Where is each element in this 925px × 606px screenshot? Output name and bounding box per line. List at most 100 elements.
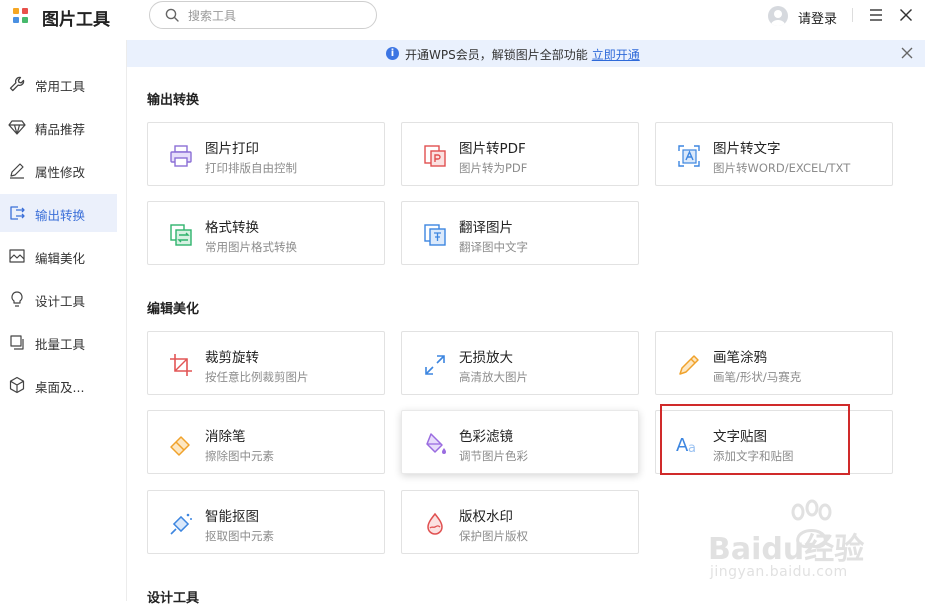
- avatar[interactable]: [768, 6, 788, 26]
- tool-card-copyright-watermark[interactable]: 版权水印 保护图片版权: [401, 490, 639, 554]
- info-icon: i: [386, 47, 399, 60]
- enlarge-icon: [425, 355, 445, 375]
- sidebar-item-label: 常用工具: [35, 79, 86, 94]
- card-desc: 擦除图中元素: [205, 449, 274, 463]
- sidebar-item-label: 桌面及...: [35, 380, 85, 395]
- banner-message: 开通WPS会员，解锁图片全部功能: [405, 48, 588, 62]
- card-desc: 图片转为PDF: [459, 161, 528, 175]
- card-title: 翻译图片: [459, 220, 513, 236]
- sidebar-item-desktop[interactable]: 桌面及...: [0, 366, 117, 404]
- tool-card-text-sticker[interactable]: A a 文字贴图 添加文字和贴图: [655, 410, 893, 474]
- card-title: 色彩滤镜: [459, 429, 513, 445]
- tool-card-lossless-enlarge[interactable]: 无损放大 高清放大图片: [401, 331, 639, 395]
- card-title: 图片打印: [205, 141, 259, 157]
- pencil-icon: [10, 163, 24, 179]
- close-icon[interactable]: [899, 8, 913, 22]
- tool-card-crop-rotate[interactable]: 裁剪旋转 按任意比例裁剪图片: [147, 331, 385, 395]
- card-desc: 画笔/形状/马赛克: [713, 370, 802, 384]
- card-title: 格式转换: [205, 220, 259, 236]
- search-box[interactable]: [149, 1, 377, 29]
- search-icon: [165, 8, 179, 22]
- sidebar-item-label: 设计工具: [35, 294, 86, 309]
- divider: [852, 8, 853, 22]
- card-title: 版权水印: [459, 509, 513, 525]
- brush-icon: [679, 355, 699, 375]
- section-title-output: 输出转换: [147, 93, 200, 108]
- svg-text:a: a: [688, 441, 696, 456]
- printer-icon: [170, 145, 192, 167]
- sidebar-item-label: 属性修改: [35, 165, 86, 180]
- smart-cutout-icon: [170, 513, 192, 535]
- cube-icon: [9, 376, 25, 394]
- card-desc: 保护图片版权: [459, 529, 528, 543]
- text-sticker-icon: A a: [676, 435, 696, 456]
- eraser-icon: [170, 436, 190, 456]
- paw-logo-icon: [791, 499, 832, 549]
- card-title: 智能抠图: [205, 509, 259, 525]
- convert-icon: [10, 206, 25, 220]
- sidebar: 常用工具 精品推荐 属性修改 输出转换 编辑美化 设计工具 批量工具 桌面及..…: [0, 40, 127, 601]
- card-title: 裁剪旋转: [205, 350, 259, 366]
- watermark-icon: [427, 512, 443, 535]
- card-title: 无损放大: [459, 350, 513, 366]
- stack-icon: [10, 335, 24, 350]
- card-desc: 常用图片格式转换: [205, 240, 297, 254]
- sidebar-item-label: 输出转换: [35, 208, 86, 223]
- diamond-icon: [8, 120, 26, 135]
- baidu-watermark: Baidu经验 jingyan.baidu.com: [708, 498, 918, 598]
- tool-card-image-to-pdf[interactable]: 图片转PDF 图片转为PDF: [401, 122, 639, 186]
- tool-card-eraser[interactable]: 消除笔 擦除图中元素: [147, 410, 385, 474]
- tool-card-brush-doodle[interactable]: 画笔涂鸦 画笔/形状/马赛克: [655, 331, 893, 395]
- title-bar: 图片工具 请登录: [0, 0, 925, 40]
- card-title: 文字贴图: [713, 429, 767, 445]
- section-title-design: 设计工具: [147, 591, 200, 606]
- menu-icon[interactable]: [869, 9, 883, 21]
- card-desc: 图片转WORD/EXCEL/TXT: [713, 161, 851, 175]
- card-desc: 添加文字和贴图: [713, 449, 794, 463]
- card-title: 图片转文字: [713, 141, 781, 157]
- tool-card-translate-image[interactable]: 翻译图片 翻译图中文字: [401, 201, 639, 265]
- card-title: 画笔涂鸦: [713, 350, 767, 366]
- section-title-edit: 编辑美化: [147, 302, 200, 317]
- sidebar-item-output-convert[interactable]: 输出转换: [0, 194, 117, 232]
- wrench-icon: [9, 76, 25, 92]
- banner-activate-link[interactable]: 立即开通: [592, 48, 640, 62]
- card-desc: 高清放大图片: [459, 370, 528, 384]
- login-link[interactable]: 请登录: [798, 8, 837, 27]
- tool-card-color-filter[interactable]: 色彩滤镜 调节图片色彩: [401, 410, 639, 474]
- app-title: 图片工具: [42, 10, 110, 30]
- card-desc: 打印排版自由控制: [205, 161, 297, 175]
- tool-card-smart-cutout[interactable]: 智能抠图 抠取图中元素: [147, 490, 385, 554]
- sidebar-item-edit-beautify[interactable]: 编辑美化: [0, 237, 117, 275]
- sidebar-item-batch-tools[interactable]: 批量工具: [0, 323, 117, 361]
- watermark-text: Baidu经验: [708, 532, 865, 567]
- sidebar-item-label: 精品推荐: [35, 122, 86, 137]
- app-logo-icon: [13, 8, 29, 24]
- sidebar-item-label: 编辑美化: [35, 251, 86, 266]
- sidebar-item-common-tools[interactable]: 常用工具: [0, 65, 117, 103]
- sidebar-item-featured[interactable]: 精品推荐: [0, 108, 117, 146]
- card-title: 消除笔: [205, 429, 246, 445]
- format-convert-icon: [170, 224, 192, 246]
- color-filter-icon: [426, 433, 446, 454]
- sidebar-item-properties[interactable]: 属性修改: [0, 151, 117, 189]
- crop-icon: [170, 354, 192, 376]
- card-desc: 按任意比例裁剪图片: [205, 370, 309, 384]
- image-edit-icon: [9, 249, 25, 263]
- card-desc: 抠取图中元素: [205, 529, 274, 543]
- banner-close-icon[interactable]: [901, 47, 913, 59]
- promo-banner: i 开通WPS会员，解锁图片全部功能 立即开通: [127, 40, 925, 67]
- ocr-icon: [678, 145, 700, 167]
- translate-icon: [424, 224, 446, 246]
- search-input[interactable]: [186, 6, 370, 26]
- tool-card-image-to-text[interactable]: 图片转文字 图片转WORD/EXCEL/TXT: [655, 122, 893, 186]
- watermark-subtext: jingyan.baidu.com: [710, 564, 848, 580]
- sidebar-item-design-tools[interactable]: 设计工具: [0, 280, 117, 318]
- card-desc: 翻译图中文字: [459, 240, 528, 254]
- lightbulb-icon: [11, 291, 23, 307]
- card-title: 图片转PDF: [459, 141, 526, 157]
- tool-card-format-convert[interactable]: 格式转换 常用图片格式转换: [147, 201, 385, 265]
- card-desc: 调节图片色彩: [459, 449, 528, 463]
- tool-card-image-print[interactable]: 图片打印 打印排版自由控制: [147, 122, 385, 186]
- pdf-icon: [424, 145, 446, 167]
